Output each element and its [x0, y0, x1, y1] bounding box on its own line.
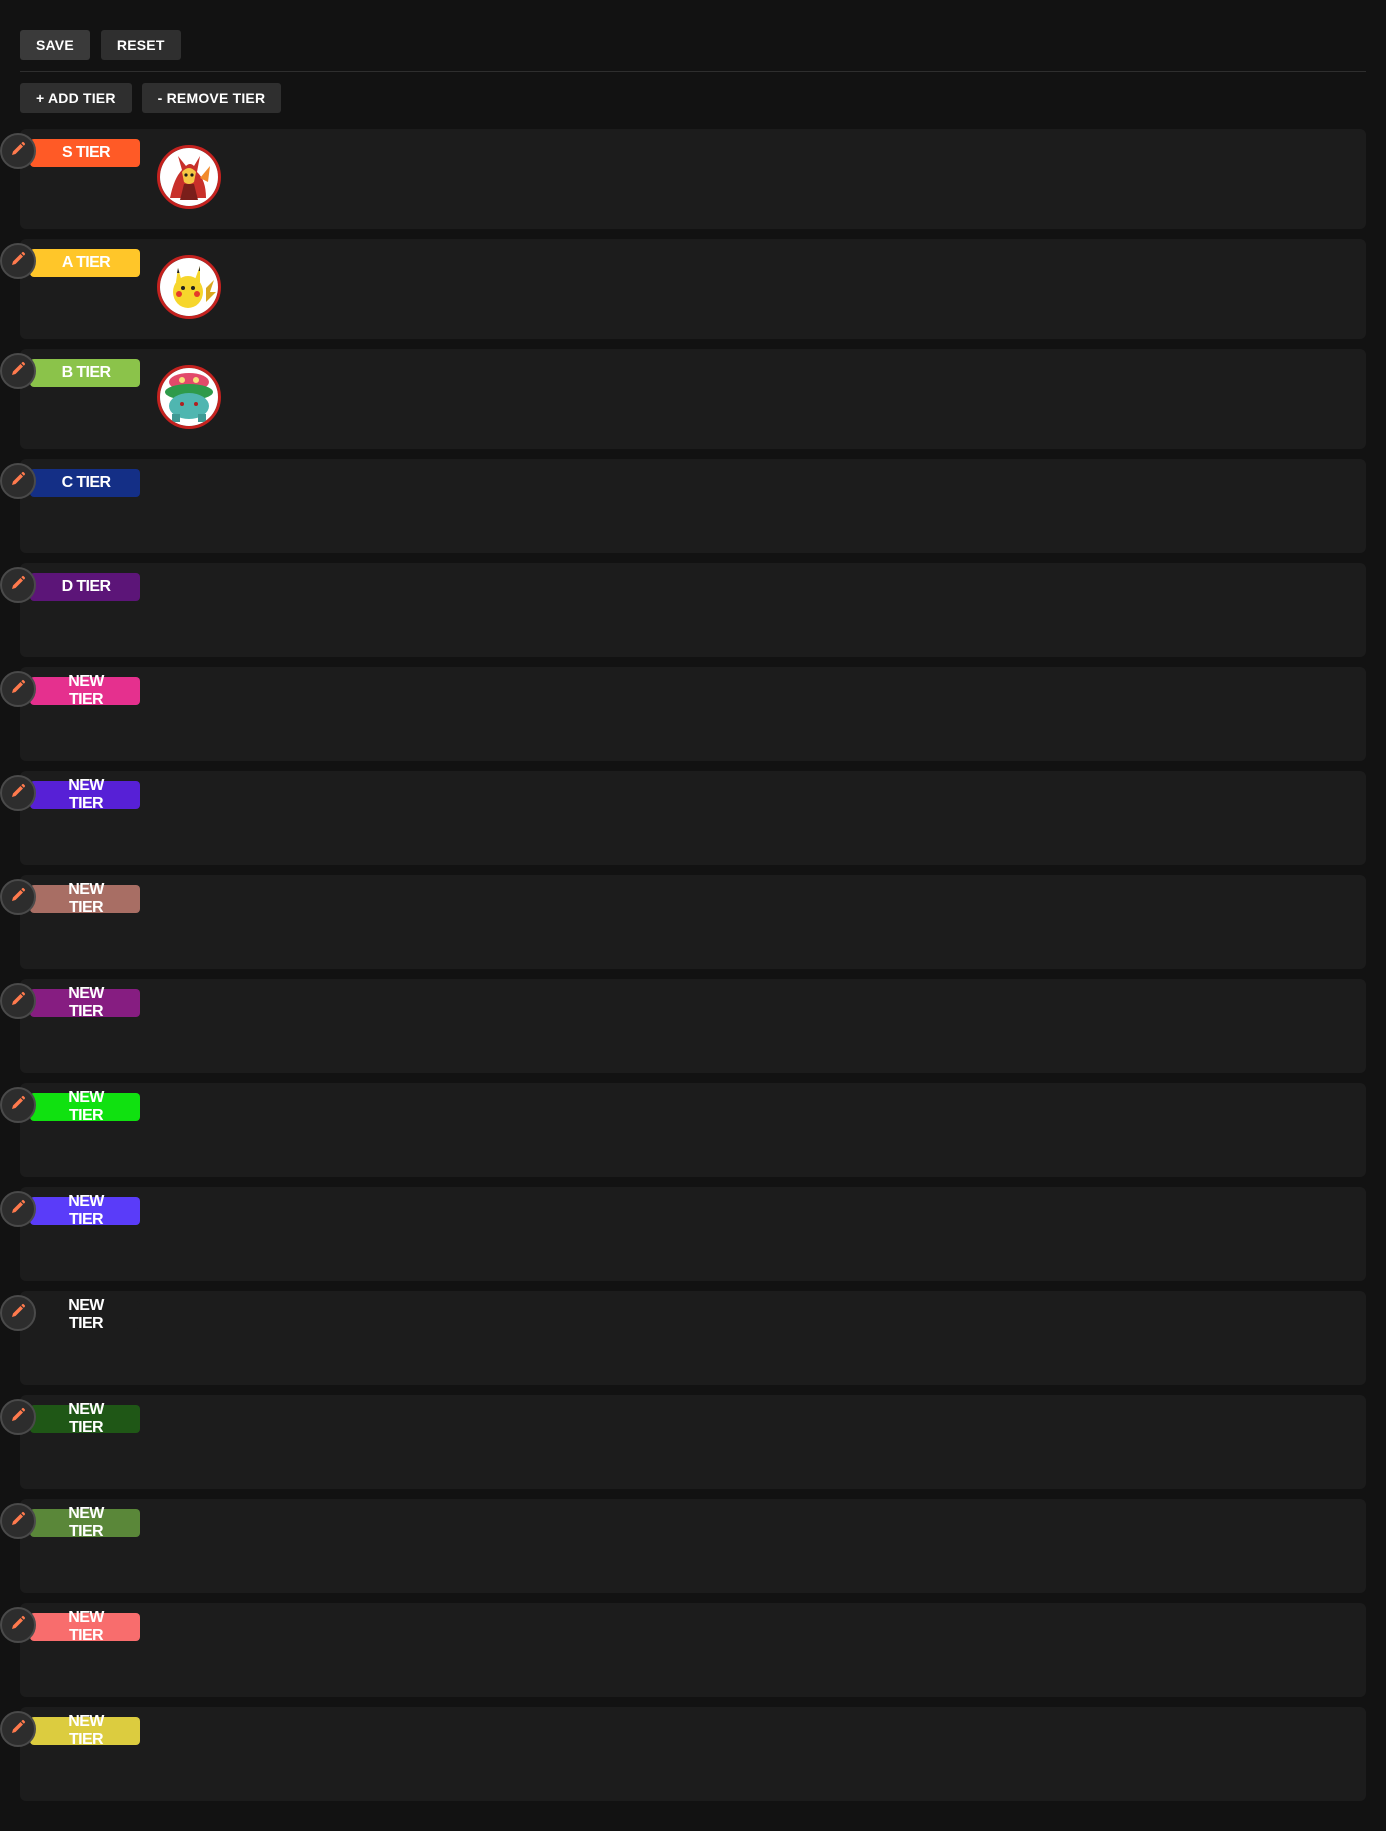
tier-label[interactable]: NEW TIER — [30, 1401, 140, 1436]
tier-label[interactable]: C TIER — [30, 469, 140, 497]
reset-button[interactable]: RESET — [100, 30, 181, 60]
tier-label-text: S TIER — [62, 144, 111, 161]
tier-row[interactable]: NEW TIER — [0, 1187, 1366, 1281]
tier-label-text: NEW TIER — [68, 1089, 104, 1124]
tier-row[interactable]: C TIER — [0, 459, 1366, 553]
tier-label-text: NEW TIER — [68, 673, 104, 708]
tier-list-page: SAVE RESET + ADD TIER - REMOVE TIER S TI… — [0, 0, 1386, 1831]
tier-label[interactable]: S TIER — [30, 139, 140, 167]
edit-tier-button[interactable] — [0, 567, 36, 603]
pencil-icon — [10, 361, 26, 382]
tier-label-text: D TIER — [61, 578, 111, 595]
tier-label[interactable]: NEW TIER — [30, 1297, 140, 1332]
pencil-icon — [10, 679, 26, 700]
tier-toolbar: + ADD TIER - REMOVE TIER — [20, 83, 282, 113]
tier-label-text: NEW TIER — [68, 985, 104, 1020]
tier-row[interactable]: NEW TIER — [0, 979, 1366, 1073]
edit-tier-button[interactable] — [0, 1191, 36, 1227]
tier-row[interactable]: NEW TIER — [0, 875, 1366, 969]
pencil-icon — [10, 1303, 26, 1324]
edit-tier-button[interactable] — [0, 1711, 36, 1747]
tier-row[interactable]: NEW TIER — [0, 1395, 1366, 1489]
tier-row[interactable]: NEW TIER — [0, 1603, 1366, 1697]
pencil-icon — [10, 1511, 26, 1532]
tier-row[interactable]: NEW TIER — [0, 1291, 1366, 1385]
pencil-icon — [10, 1095, 26, 1116]
pencil-icon — [10, 991, 26, 1012]
pencil-icon — [10, 783, 26, 804]
tier-label-text: NEW TIER — [68, 881, 104, 916]
tier-row[interactable]: NEW TIER — [0, 667, 1366, 761]
edit-tier-button[interactable] — [0, 243, 36, 279]
tier-label[interactable]: NEW TIER — [30, 985, 140, 1020]
tier-label-text: NEW TIER — [68, 1609, 104, 1644]
tier-label-text: NEW TIER — [68, 1193, 104, 1228]
edit-tier-button[interactable] — [0, 775, 36, 811]
pencil-icon — [10, 887, 26, 908]
edit-tier-button[interactable] — [0, 1295, 36, 1331]
tier-label[interactable]: NEW TIER — [30, 881, 140, 916]
tier-label-text: NEW TIER — [68, 1297, 104, 1332]
tier-label[interactable]: NEW TIER — [30, 1713, 140, 1748]
pencil-icon — [10, 575, 26, 596]
toolbar-divider — [20, 71, 1366, 72]
tier-label-text: NEW TIER — [68, 777, 104, 812]
pokemon-delphox-icon[interactable] — [157, 145, 221, 209]
edit-tier-button[interactable] — [0, 983, 36, 1019]
pokemon-pikachu-icon[interactable] — [157, 255, 221, 319]
tier-label[interactable]: NEW TIER — [30, 777, 140, 812]
tier-label-text: NEW TIER — [68, 1505, 104, 1540]
pencil-icon — [10, 1199, 26, 1220]
tier-row[interactable]: B TIER — [0, 349, 1366, 449]
pencil-icon — [10, 141, 26, 162]
tier-label-text: NEW TIER — [68, 1401, 104, 1436]
tier-row[interactable]: NEW TIER — [0, 1707, 1366, 1801]
edit-tier-button[interactable] — [0, 879, 36, 915]
pencil-icon — [10, 1719, 26, 1740]
pokemon-venusaur-icon[interactable] — [157, 365, 221, 429]
edit-tier-button[interactable] — [0, 1503, 36, 1539]
edit-tier-button[interactable] — [0, 1087, 36, 1123]
tier-label[interactable]: A TIER — [30, 249, 140, 277]
tier-label-text: A TIER — [61, 254, 111, 271]
tier-label[interactable]: NEW TIER — [30, 1505, 140, 1540]
edit-tier-button[interactable] — [0, 463, 36, 499]
pencil-icon — [10, 251, 26, 272]
tier-row[interactable]: NEW TIER — [0, 1499, 1366, 1593]
tier-label-text: NEW TIER — [68, 1713, 104, 1748]
tier-row[interactable]: D TIER — [0, 563, 1366, 657]
edit-tier-button[interactable] — [0, 1607, 36, 1643]
tier-items — [157, 255, 221, 319]
pencil-icon — [10, 1407, 26, 1428]
remove-tier-button[interactable]: - REMOVE TIER — [141, 83, 282, 113]
top-toolbar: SAVE RESET — [20, 30, 181, 60]
pencil-icon — [10, 471, 26, 492]
tier-row[interactable]: A TIER — [0, 239, 1366, 339]
tier-label[interactable]: D TIER — [30, 573, 140, 601]
tier-label[interactable]: B TIER — [30, 359, 140, 387]
tier-label-text: B TIER — [61, 364, 111, 381]
add-tier-button[interactable]: + ADD TIER — [20, 83, 132, 113]
tier-row[interactable]: NEW TIER — [0, 771, 1366, 865]
pencil-icon — [10, 1615, 26, 1636]
tier-label[interactable]: NEW TIER — [30, 1193, 140, 1228]
tier-label[interactable]: NEW TIER — [30, 673, 140, 708]
tier-items — [157, 145, 221, 209]
save-button[interactable]: SAVE — [20, 30, 90, 60]
edit-tier-button[interactable] — [0, 353, 36, 389]
tier-label[interactable]: NEW TIER — [30, 1089, 140, 1124]
tier-row[interactable]: S TIER — [0, 129, 1366, 229]
tier-items — [157, 365, 221, 429]
edit-tier-button[interactable] — [0, 1399, 36, 1435]
edit-tier-button[interactable] — [0, 671, 36, 707]
tier-label-text: C TIER — [61, 474, 111, 491]
tier-label[interactable]: NEW TIER — [30, 1609, 140, 1644]
tier-row[interactable]: NEW TIER — [0, 1083, 1366, 1177]
edit-tier-button[interactable] — [0, 133, 36, 169]
